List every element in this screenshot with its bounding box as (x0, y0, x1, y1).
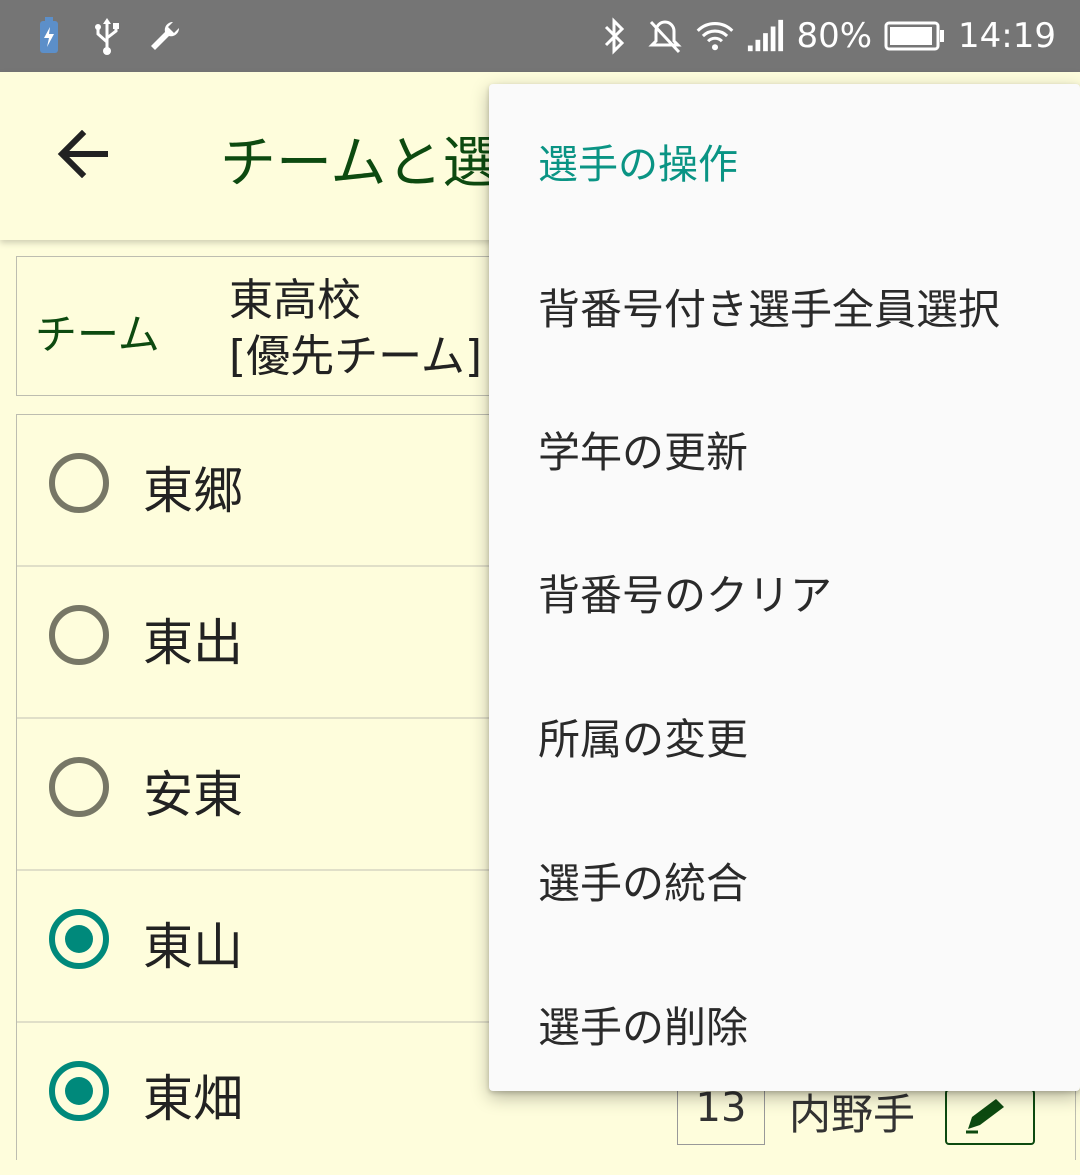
menu-item-delete-player[interactable]: 選手の削除 (538, 994, 748, 1055)
player-radio[interactable] (49, 909, 109, 969)
pencil-icon (962, 1095, 1018, 1139)
mute-icon (646, 16, 684, 56)
team-name-line1: 東高校 (229, 275, 361, 326)
usb-icon (88, 16, 126, 56)
overflow-menu: 選手の操作 背番号付き選手全員選択 学年の更新 背番号のクリア 所属の変更 選手… (489, 84, 1080, 1091)
back-button[interactable] (48, 120, 120, 192)
player-radio[interactable] (49, 605, 109, 665)
wifi-icon (696, 16, 734, 56)
menu-header: 選手の操作 (538, 142, 738, 188)
status-bar: 80% 14:19 (0, 0, 1080, 72)
player-name: 東畑 (143, 1070, 243, 1128)
bluetooth-icon (596, 16, 634, 56)
team-name-line2: [優先チーム] (229, 331, 483, 382)
signal-icon (746, 16, 784, 56)
battery-charging-icon (30, 16, 68, 56)
player-name: 東出 (143, 614, 243, 672)
wrench-icon (146, 16, 184, 56)
player-name: 安東 (143, 766, 243, 824)
menu-item-merge-players[interactable]: 選手の統合 (538, 850, 748, 911)
player-radio[interactable] (49, 757, 109, 817)
arrow-back-icon (56, 129, 112, 182)
menu-item-select-all-numbered[interactable]: 背番号付き選手全員選択 (538, 276, 1000, 337)
menu-item-clear-number[interactable]: 背番号のクリア (538, 562, 832, 623)
page-title: チームと選 (220, 131, 499, 196)
team-label: チーム (35, 310, 160, 359)
edit-player-button[interactable] (945, 1089, 1035, 1145)
battery-icon (884, 16, 946, 56)
battery-percent: 80% (796, 16, 873, 56)
menu-item-update-grade[interactable]: 学年の更新 (538, 419, 748, 480)
player-radio[interactable] (49, 1061, 109, 1121)
team-name: 東高校 [優先チーム] (229, 273, 482, 385)
player-name: 東郷 (143, 462, 243, 520)
player-radio[interactable] (49, 453, 109, 513)
menu-item-change-team[interactable]: 所属の変更 (538, 706, 748, 767)
status-time: 14:19 (958, 16, 1056, 56)
player-name: 東山 (143, 918, 243, 976)
